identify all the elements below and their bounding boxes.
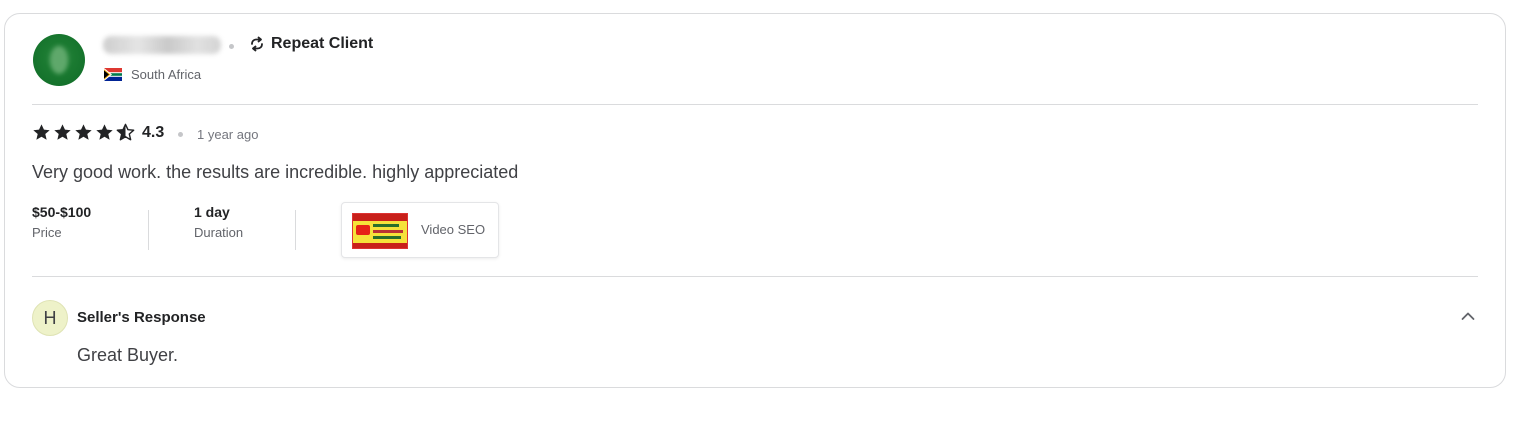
- response-divider: [32, 276, 1478, 277]
- gig-title: Video SEO: [421, 222, 486, 237]
- repeat-client-label: Repeat Client: [271, 35, 374, 52]
- reviewer-avatar[interactable]: [33, 34, 85, 86]
- gig-thumbnail: [352, 213, 408, 249]
- separator-dot: [229, 44, 234, 49]
- star-icon: [54, 124, 71, 140]
- seller-avatar: H: [32, 300, 68, 336]
- price-label: Price: [32, 225, 62, 240]
- duration-column: 1 day Duration: [194, 204, 243, 240]
- reviewer-country: South Africa: [104, 67, 201, 82]
- review-time-ago: 1 year ago: [197, 127, 259, 142]
- half-star-icon: [116, 123, 135, 141]
- country-name: South Africa: [131, 67, 202, 82]
- reviewer-username-blurred[interactable]: [103, 36, 221, 54]
- star-icon: [33, 124, 50, 140]
- rating-value: 4.3: [142, 123, 165, 141]
- price-value: $50-$100: [32, 204, 92, 220]
- seller-response-text: Great Buyer.: [77, 345, 179, 365]
- gig-link[interactable]: Video SEO: [341, 202, 499, 258]
- header-divider: [32, 104, 1478, 105]
- separator-dot: [178, 132, 183, 137]
- youtube-icon: [356, 225, 370, 235]
- avatar-silhouette: [50, 46, 68, 74]
- repeat-client-badge: Repeat Client: [248, 35, 373, 53]
- review-text: Very good work. the results are incredib…: [32, 162, 519, 182]
- seller-response-title: Seller's Response: [77, 309, 206, 326]
- south-africa-flag-icon: [104, 68, 122, 81]
- repeat-icon: [251, 36, 263, 52]
- review-card: Repeat Client South Africa 4.3 1 year ag…: [4, 13, 1506, 388]
- chevron-up-icon[interactable]: [1460, 308, 1476, 324]
- duration-label: Duration: [194, 225, 244, 240]
- duration-value: 1 day: [194, 204, 230, 220]
- meta-divider: [148, 210, 149, 250]
- price-column: $50-$100 Price: [32, 204, 91, 240]
- star-icon: [96, 124, 113, 140]
- meta-divider: [295, 210, 296, 250]
- star-icon: [75, 124, 92, 140]
- star-rating: 4.3: [32, 123, 164, 142]
